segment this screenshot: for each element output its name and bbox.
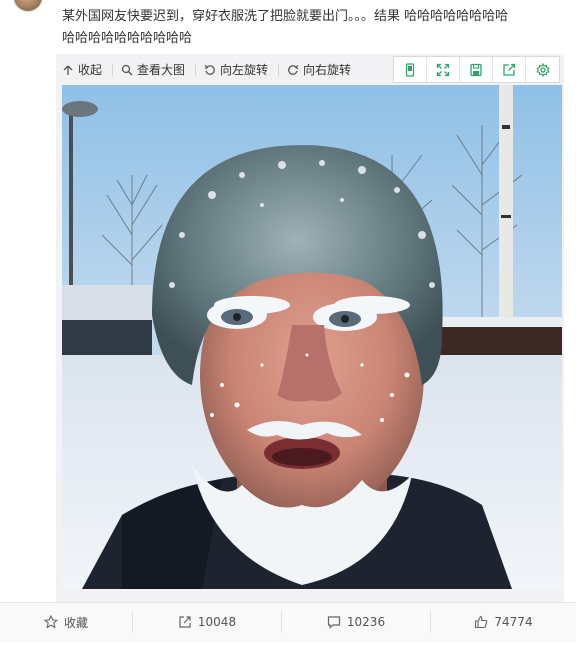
view-large-label: 查看大图 (137, 63, 186, 77)
media-box: 收起 查看大图 向左旋转 向右旋转 (56, 54, 564, 602)
post-photo[interactable] (62, 85, 562, 589)
post-text-line1: 某外国网友快要迟到，穿好衣服洗了把脸就要出门。。。结果 哈哈哈哈哈哈哈哈 (62, 9, 509, 24)
frozen-face-photo (62, 85, 562, 589)
image-action-group (393, 56, 560, 83)
rotate-right-icon (288, 64, 299, 75)
rotate-right-label: 向右旋转 (303, 63, 352, 77)
collapse-label: 收起 (78, 63, 103, 77)
post-text: 某外国网友快要迟到，穿好衣服洗了把脸就要出门。。。结果 哈哈哈哈哈哈哈哈 哈哈哈… (62, 6, 562, 50)
comment-icon (327, 616, 341, 629)
repost-button[interactable]: 10048 (133, 603, 281, 641)
rotate-left-icon (204, 64, 215, 75)
comment-button[interactable]: 10236 (282, 603, 430, 641)
avatar[interactable] (13, 0, 43, 12)
thumbs-up-icon (475, 615, 488, 629)
share-button[interactable] (493, 57, 526, 82)
expand-button[interactable] (427, 57, 460, 82)
favorite-button[interactable]: 收藏 (0, 603, 132, 641)
arrow-up-icon (63, 65, 73, 75)
settings-button[interactable] (526, 57, 559, 82)
star-icon (43, 615, 58, 629)
comment-count: 10236 (346, 615, 386, 629)
like-count: 74774 (494, 615, 533, 629)
share-out-icon (503, 63, 516, 76)
save-image-button[interactable] (460, 57, 493, 82)
rotate-left-label: 向左旋转 (220, 63, 269, 77)
collapse-button[interactable]: 收起 (62, 54, 102, 85)
view-large-button[interactable]: 查看大图 (121, 54, 185, 85)
rotate-left-button[interactable]: 向左旋转 (204, 54, 268, 85)
rotate-right-button[interactable]: 向右旋转 (287, 54, 351, 85)
settings-icon (535, 62, 550, 77)
favorite-label: 收藏 (63, 615, 88, 630)
action-bar: 收藏 10048 10236 74774 (0, 602, 576, 642)
repost-count: 10048 (197, 615, 237, 629)
search-icon (121, 64, 133, 75)
post-text-line2: 哈哈哈哈哈哈哈哈哈哈 (62, 31, 193, 46)
save-icon (470, 63, 482, 76)
repost-icon (179, 616, 191, 628)
phone-view-button[interactable] (394, 57, 427, 82)
phone-icon (405, 62, 415, 77)
expand-icon (436, 63, 450, 76)
like-button[interactable]: 74774 (431, 603, 576, 641)
image-toolbar: 收起 查看大图 向左旋转 向右旋转 (56, 54, 564, 85)
